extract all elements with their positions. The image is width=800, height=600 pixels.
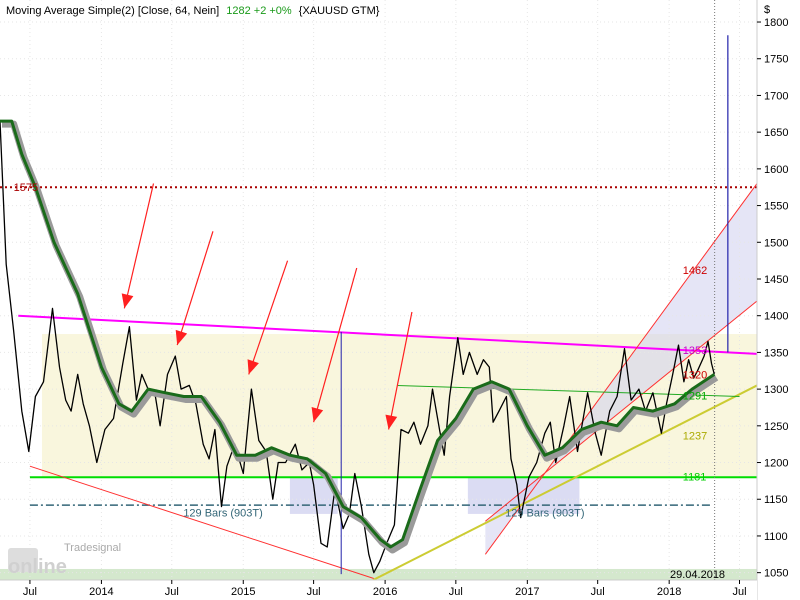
chart-svg: 1575 1462 1353 1320 1291 1237 1181 129 Bars (90…	[0, 0, 800, 600]
annotation-label: 1181	[683, 471, 707, 483]
x-tick-label: 2015	[231, 586, 255, 598]
annotation-label: 1462	[683, 265, 707, 277]
y-tick-label: 1100	[764, 531, 788, 543]
annotation-label: 1320	[683, 369, 707, 381]
y-tick-label: 1300	[764, 384, 788, 396]
watermark-brand: Tradesignal	[64, 542, 121, 554]
annotation-label: 29.04.2018	[670, 569, 725, 581]
x-tick-label: 2016	[373, 586, 397, 598]
annotation-label: 1575	[14, 182, 38, 194]
x-tick-label: Jul	[449, 586, 463, 598]
y-tick-label: 1400	[764, 311, 788, 323]
y-tick-label: 1700	[764, 90, 788, 102]
y-tick-label: 1600	[764, 164, 788, 176]
y-tick-label: 1750	[764, 54, 788, 66]
x-tick-label: Jul	[23, 586, 37, 598]
y-tick-label: 1550	[764, 201, 788, 213]
y-tick-label: 1650	[764, 127, 788, 139]
x-tick-label: Jul	[732, 586, 746, 598]
y-tick-label: 1150	[764, 494, 788, 506]
x-tick-label: 2018	[657, 586, 681, 598]
chart-root: 1575 1462 1353 1320 1291 1237 1181 129 Bars (90…	[0, 0, 800, 600]
y-tick-label: 1200	[764, 458, 788, 470]
header-symbol: {XAUUSD GTM}	[299, 5, 380, 17]
y-tick-label: 1500	[764, 237, 788, 249]
x-tick-label: Jul	[591, 586, 605, 598]
y-tick-label: 1250	[764, 421, 788, 433]
watermark-product: online	[8, 556, 67, 578]
y-tick-label: 1800	[764, 17, 788, 29]
annotation-label: 1291	[683, 391, 707, 403]
y-tick-label: 1450	[764, 274, 788, 286]
header-text: Moving Average Simple(2) [Close, 64, Nei…	[6, 5, 380, 17]
header-indicator: Moving Average Simple(2) [Close, 64, Nei…	[6, 5, 219, 17]
header-quote: 1282 +2 +0%	[226, 5, 292, 17]
annotation-label: 1353	[683, 345, 707, 357]
chart-header: Moving Average Simple(2) [Close, 64, Nei…	[6, 5, 380, 17]
x-tick-label: Jul	[307, 586, 321, 598]
annotation-label: 1237	[683, 430, 707, 442]
annotation-label: 129 Bars (903T)	[505, 507, 584, 519]
y-tick-label: 1350	[764, 347, 788, 359]
x-tick-label: 2017	[515, 586, 539, 598]
y-axis-label: $	[764, 4, 770, 16]
annotation-label: 129 Bars (903T)	[183, 507, 262, 519]
x-tick-label: 2014	[89, 586, 113, 598]
y-tick-label: 1050	[764, 568, 788, 580]
x-tick-label: Jul	[165, 586, 179, 598]
